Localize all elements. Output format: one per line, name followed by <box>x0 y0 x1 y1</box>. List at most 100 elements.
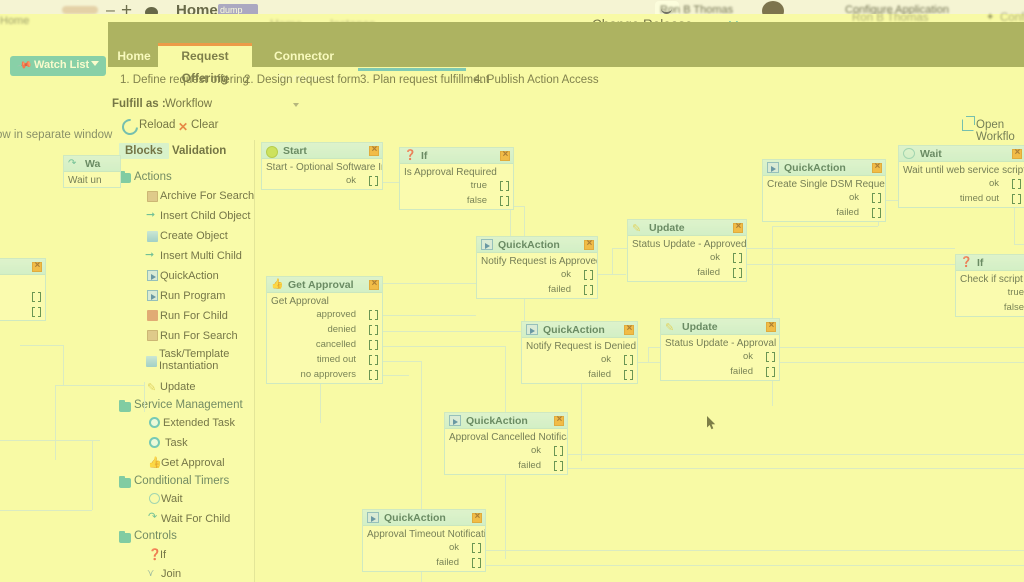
port-connector-icon[interactable] <box>500 196 509 206</box>
node-header[interactable]: ❓ If <box>956 255 1024 271</box>
tab-request-offering[interactable]: Request Offering <box>158 43 252 85</box>
close-icon[interactable] <box>872 161 882 173</box>
node-port[interactable] <box>0 290 45 305</box>
port-connector-icon[interactable] <box>369 355 378 365</box>
node-port-true[interactable]: true <box>956 286 1024 301</box>
port-connector-icon[interactable] <box>1012 194 1021 204</box>
node-header[interactable]: ✎ Update <box>661 319 779 335</box>
port-connector-icon[interactable] <box>584 270 593 280</box>
workflow-node-status-rejected[interactable]: ✎ Update Status Update - Approval Rejec … <box>660 318 780 381</box>
external-link-icon[interactable] <box>962 116 975 131</box>
node-header[interactable]: QuickAction <box>477 237 597 253</box>
step-2[interactable]: 2. Design request form <box>244 74 360 86</box>
node-port-failed[interactable]: failed <box>477 283 597 298</box>
port-connector-icon[interactable] <box>369 325 378 335</box>
step-1[interactable]: 1. Define request offering <box>120 74 249 86</box>
node-header[interactable] <box>0 259 45 275</box>
close-icon[interactable] <box>624 323 634 335</box>
workflow-node-create-dsm-request[interactable]: QuickAction Create Single DSM Request ok… <box>762 159 886 222</box>
port-connector-icon[interactable] <box>624 370 633 380</box>
node-port-approved[interactable]: approved <box>267 308 382 323</box>
tab-home[interactable]: Home <box>112 45 156 67</box>
node-port-failed[interactable]: failed <box>522 368 637 383</box>
close-icon[interactable] <box>500 149 510 161</box>
step-3[interactable]: 3. Plan request fulfillment <box>357 68 489 86</box>
port-connector-icon[interactable] <box>584 285 593 295</box>
node-header[interactable]: QuickAction <box>522 322 637 338</box>
port-connector-icon[interactable] <box>472 558 481 568</box>
port-connector-icon[interactable] <box>733 268 742 278</box>
workflow-canvas[interactable]: n ↷ Wa Wait un Start Start - Optional So… <box>0 140 1024 582</box>
fulfill-as-value[interactable]: Workflow <box>165 98 212 110</box>
node-header[interactable]: 👍 Get Approval <box>267 277 382 293</box>
node-port-ok[interactable]: ok <box>522 353 637 368</box>
port-connector-icon[interactable] <box>32 292 41 302</box>
node-header[interactable]: QuickAction <box>363 510 485 526</box>
node-port-ok[interactable]: ok <box>363 541 485 556</box>
close-icon[interactable] <box>472 511 482 523</box>
port-connector-icon[interactable] <box>369 370 378 380</box>
close-icon[interactable] <box>1012 147 1022 159</box>
port-connector-icon[interactable] <box>766 352 775 362</box>
port-connector-icon[interactable] <box>500 181 509 191</box>
node-port[interactable] <box>0 305 45 320</box>
port-connector-icon[interactable] <box>872 193 881 203</box>
node-port-ok[interactable]: ok <box>477 268 597 283</box>
node-port-ok[interactable]: ok <box>899 177 1024 192</box>
port-connector-icon[interactable] <box>369 176 378 186</box>
node-port-failed[interactable]: failed <box>363 556 485 571</box>
node-port-failed[interactable]: failed <box>763 206 885 221</box>
close-icon[interactable] <box>554 414 564 426</box>
node-port-ok[interactable]: ok <box>628 251 746 266</box>
workflow-node-wait-partial[interactable]: ↷ Wa Wait un <box>63 155 121 188</box>
tab-connector-service[interactable]: Connector Service × <box>253 45 355 85</box>
close-icon[interactable] <box>584 238 594 250</box>
node-port-failed[interactable]: failed <box>661 365 779 380</box>
node-port-timed-out[interactable]: timed out <box>899 192 1024 207</box>
node-port-false[interactable]: false <box>956 301 1024 316</box>
node-port-cancelled[interactable]: cancelled <box>267 338 382 353</box>
close-icon[interactable] <box>733 221 743 233</box>
refresh-icon[interactable] <box>118 115 142 139</box>
workflow-node-if-script[interactable]: ❓ If Check if script is ru true false <box>955 254 1024 317</box>
node-header[interactable]: ✎ Update <box>628 220 746 236</box>
node-header[interactable]: QuickAction <box>445 413 567 429</box>
port-connector-icon[interactable] <box>872 208 881 218</box>
port-connector-icon[interactable] <box>554 461 563 471</box>
workflow-node-if-approval[interactable]: ❓ If Is Approval Required true false <box>399 147 514 210</box>
workflow-node-approval-cancelled[interactable]: QuickAction Approval Cancelled Notificat… <box>444 412 568 475</box>
node-header[interactable]: Wait <box>899 146 1024 162</box>
clear-button[interactable]: Clear <box>191 119 218 131</box>
step-4[interactable]: 4. Publish Action Access <box>474 74 599 86</box>
close-icon[interactable] <box>369 144 379 156</box>
close-icon[interactable] <box>766 320 776 332</box>
node-port-no-approvers[interactable]: no approvers <box>267 368 382 383</box>
node-port-ok[interactable]: ok <box>661 350 779 365</box>
node-port-ok[interactable]: ok <box>445 444 567 459</box>
node-header[interactable]: QuickAction <box>763 160 885 176</box>
close-icon[interactable] <box>32 260 42 272</box>
workflow-node-approval-timeout[interactable]: QuickAction Approval Timeout Notificatio… <box>362 509 486 572</box>
workflow-node-get-approval[interactable]: 👍 Get Approval Get Approval approved den… <box>266 276 383 384</box>
port-connector-icon[interactable] <box>554 446 563 456</box>
port-connector-icon[interactable] <box>32 307 41 317</box>
workflow-node-notify-denied[interactable]: QuickAction Notify Request is Denied ok … <box>521 321 638 384</box>
reload-button[interactable]: Reload <box>139 119 175 131</box>
port-connector-icon[interactable] <box>624 355 633 365</box>
port-connector-icon[interactable] <box>472 543 481 553</box>
port-connector-icon[interactable] <box>1012 179 1021 189</box>
node-port-ok[interactable]: ok <box>262 174 382 189</box>
port-connector-icon[interactable] <box>766 367 775 377</box>
node-port-timed-out[interactable]: timed out <box>267 353 382 368</box>
port-connector-icon[interactable] <box>369 340 378 350</box>
workflow-node-notify-approved[interactable]: QuickAction Notify Request is Approved o… <box>476 236 598 299</box>
workflow-node-wait-script[interactable]: Wait Wait until web service script has o… <box>898 145 1024 208</box>
port-connector-icon[interactable] <box>733 253 742 263</box>
workflow-node[interactable]: n <box>0 258 46 321</box>
node-header[interactable]: Start <box>262 143 382 159</box>
port-connector-icon[interactable] <box>369 310 378 320</box>
node-header[interactable]: ❓ If <box>400 148 513 164</box>
close-icon[interactable] <box>369 278 379 290</box>
node-port-denied[interactable]: denied <box>267 323 382 338</box>
node-port-failed[interactable]: failed <box>445 459 567 474</box>
